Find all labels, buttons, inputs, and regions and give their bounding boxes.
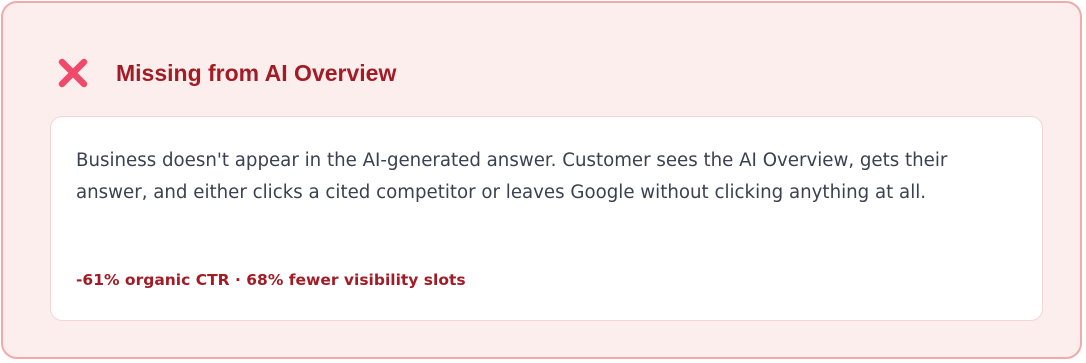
description-text: Business doesn't appear in the AI-genera… [76, 150, 948, 203]
card-title: Missing from AI Overview [116, 59, 397, 86]
status-card: Missing from AI Overview Business doesn'… [1, 1, 1082, 359]
card-header: Missing from AI Overview [54, 53, 396, 93]
description-panel: Business doesn't appear in the AI-genera… [50, 116, 1043, 321]
stats-text: -61% organic CTR · 68% fewer visibility … [76, 271, 466, 289]
x-icon [54, 54, 92, 92]
